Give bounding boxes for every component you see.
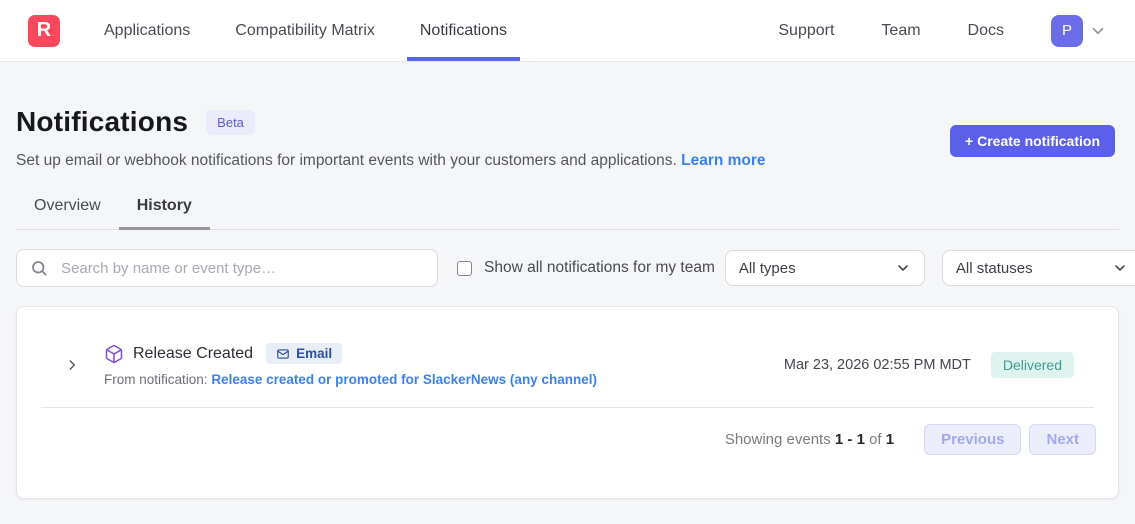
event-timestamp: Mar 23, 2026 02:55 PM MDT — [784, 357, 971, 373]
page-title: Notifications — [16, 106, 188, 138]
event-title: Release Created — [133, 345, 253, 363]
showing-events-text: Showing events 1 - 1 of 1 — [725, 431, 894, 448]
status-badge: Delivered — [991, 352, 1074, 378]
from-notification-label: From notification: — [104, 372, 208, 387]
notifications-page: Notifications Beta + Create notification… — [0, 106, 1135, 499]
search-input[interactable] — [16, 249, 438, 287]
nav-item-support[interactable]: Support — [778, 22, 834, 40]
status-filter-select[interactable]: All statuses — [942, 250, 1135, 286]
top-nav-bar: R Applications Compatibility Matrix Noti… — [0, 0, 1135, 62]
channel-badge-label: Email — [296, 346, 332, 361]
source-notification-link[interactable]: Release created or promoted for SlackerN… — [211, 372, 597, 387]
next-page-button[interactable]: Next — [1029, 424, 1096, 455]
showing-label: Showing events — [725, 431, 831, 448]
chevron-down-icon — [1112, 260, 1128, 276]
channel-badge: Email — [266, 343, 342, 364]
user-avatar[interactable]: P — [1051, 15, 1083, 47]
of-label: of — [869, 431, 882, 448]
expand-chevron-right-icon[interactable] — [57, 358, 87, 372]
previous-page-button[interactable]: Previous — [924, 424, 1021, 455]
status-filter-value: All statuses — [956, 260, 1033, 277]
tab-history[interactable]: History — [119, 186, 210, 230]
nav-item-docs[interactable]: Docs — [968, 22, 1004, 40]
tab-bar: Overview History — [16, 186, 1119, 230]
beta-badge: Beta — [206, 110, 255, 135]
type-filter-select[interactable]: All types — [725, 250, 925, 286]
primary-nav: Applications Compatibility Matrix Notifi… — [104, 0, 507, 61]
showing-range: 1 - 1 — [835, 431, 865, 448]
nav-item-applications[interactable]: Applications — [104, 0, 190, 61]
search-field-wrapper — [16, 249, 438, 287]
description-text: Set up email or webhook notifications fo… — [16, 152, 677, 169]
chevron-down-icon — [895, 260, 911, 276]
nav-item-team[interactable]: Team — [881, 22, 920, 40]
event-row: Release Created Email From notification:… — [17, 307, 1118, 407]
package-icon — [104, 344, 124, 364]
events-card: Release Created Email From notification:… — [16, 306, 1119, 499]
secondary-nav: Support Team Docs — [778, 22, 1004, 40]
tab-overview[interactable]: Overview — [16, 186, 119, 230]
nav-item-notifications[interactable]: Notifications — [420, 0, 507, 61]
account-menu-chevron-down-icon[interactable] — [1089, 22, 1107, 40]
filter-toolbar: Show all notifications for my team All t… — [16, 249, 1119, 287]
team-notifications-checkbox-label[interactable]: Show all notifications for my team — [484, 259, 715, 277]
app-logo[interactable]: R — [28, 15, 60, 47]
search-icon — [30, 259, 48, 277]
showing-total: 1 — [886, 431, 894, 448]
team-notifications-checkbox[interactable] — [457, 261, 472, 276]
event-main: Release Created Email From notification:… — [104, 343, 597, 387]
nav-item-compatibility-matrix[interactable]: Compatibility Matrix — [235, 0, 375, 61]
learn-more-link[interactable]: Learn more — [681, 152, 765, 169]
create-notification-button[interactable]: + Create notification — [950, 125, 1115, 157]
email-icon — [276, 347, 290, 361]
event-meta: Mar 23, 2026 02:55 PM MDT Delivered — [784, 352, 1074, 378]
pagination-bar: Showing events 1 - 1 of 1 Previous Next — [17, 408, 1118, 455]
type-filter-value: All types — [739, 260, 796, 277]
